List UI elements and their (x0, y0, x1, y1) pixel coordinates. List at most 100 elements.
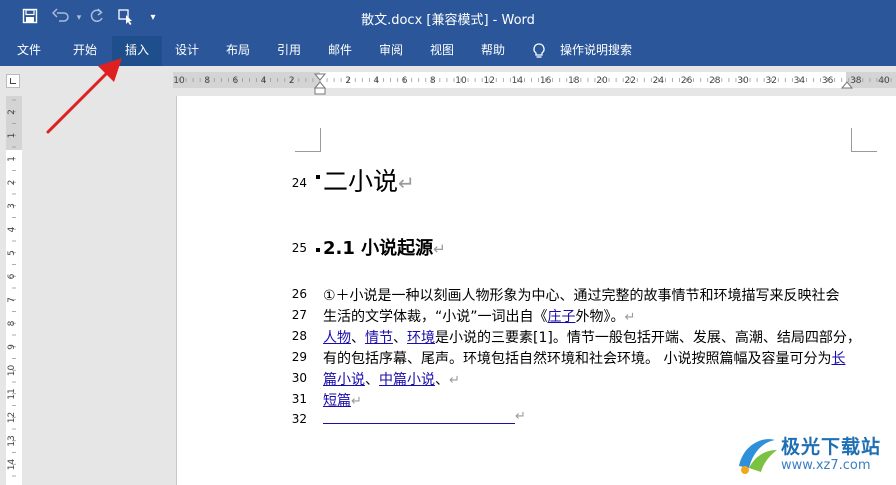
body-line[interactable]: 人物、情节、环境是小说的三要素[1]。情节一般包括开端、发展、高潮、结局四部分， (323, 327, 861, 347)
heading-marker (316, 175, 320, 179)
watermark-brand: 极光下载站 (781, 436, 882, 458)
ruler-label: 30 (737, 76, 749, 86)
ruler-label: 4 (261, 76, 267, 86)
ribbon-tab-bar: 文件 开始 插入 设计 布局 引用 邮件 审阅 视图 帮助 操作说明搜索 (0, 36, 896, 66)
ruler-label: 6 (233, 76, 239, 86)
line-number: 27 (291, 308, 307, 322)
tab-design[interactable]: 设计 (163, 36, 211, 66)
line-number: 32 (291, 412, 307, 426)
ruler-label: 14 (512, 76, 524, 86)
tab-references[interactable]: 引用 (265, 36, 313, 66)
footnote-separator (323, 408, 515, 424)
hyperlink[interactable]: 篇小说 (323, 372, 365, 388)
tab-layout[interactable]: 布局 (214, 36, 262, 66)
ruler-label: 7 (7, 297, 17, 303)
lightbulb-icon (533, 43, 545, 58)
title-bar: ▾ ▾ 散文.docx [兼容模式] - Word (0, 0, 896, 36)
ruler-label: 9 (7, 344, 17, 350)
line-number: 31 (291, 392, 307, 406)
watermark-url: www.xz7.com (781, 458, 871, 473)
ruler-label: 12 (483, 76, 494, 86)
ruler-label: 28 (709, 76, 721, 86)
ruler-label: 8 (430, 76, 436, 86)
ruler-label: 4 (374, 76, 380, 86)
body-line[interactable]: 短篇↵ (323, 390, 362, 410)
body-line[interactable]: 有的包括序幕、尾声。环境包括自然环境和社会环境。 小说按照篇幅及容量可分为长 (323, 348, 845, 368)
ruler-label: 1 (7, 133, 17, 139)
line-number: 29 (291, 350, 307, 364)
ruler-label: 16 (540, 76, 552, 86)
vertical-ruler[interactable]: 211234567891011121314 (0, 96, 28, 485)
hyperlink[interactable]: 庄子 (548, 309, 576, 325)
ruler-label: 22 (624, 76, 635, 86)
tab-selector[interactable] (0, 66, 28, 96)
tab-mailings[interactable]: 邮件 (316, 36, 364, 66)
ruler-label: 3 (7, 203, 17, 209)
hyperlink[interactable]: 长 (831, 351, 845, 367)
body-line[interactable]: ↵ (323, 408, 526, 424)
body-line[interactable]: ①＋小说是一种以刻画人物形象为中心、通过完整的故事情节和环境描写来反映社会 (323, 285, 840, 305)
ruler-label: 40 (878, 76, 890, 86)
hyperlink[interactable]: 短篇 (323, 393, 351, 409)
tab-review[interactable]: 审阅 (367, 36, 415, 66)
watermark: 极光下载站 www.xz7.com (733, 428, 893, 482)
watermark-logo-icon (739, 439, 777, 474)
annotation-arrow (46, 58, 122, 134)
line-number: 26 (291, 287, 307, 301)
horizontal-ruler[interactable]: 10 8 6 4 2 2 4 6 8 10 12 14 16 18 20 22 24 26 28 30 32 34 36 38… (0, 66, 896, 96)
ruler-label: 36 (822, 76, 834, 86)
ruler-label: 8 (204, 76, 210, 86)
left-indent-marker[interactable] (314, 87, 326, 95)
paragraph-mark: ↵ (433, 240, 446, 258)
ruler-label: 8 (7, 320, 17, 326)
ruler-label: 10 (7, 365, 17, 377)
hyperlink[interactable]: 情节 (365, 330, 393, 346)
ruler-label: 1 (7, 156, 17, 162)
body-line[interactable]: 生活的文学体裁，“小说”一词出自《庄子外物》。↵ (323, 306, 635, 326)
ruler-label: 20 (596, 76, 608, 86)
paragraph-mark: ↵ (351, 394, 362, 409)
ruler-label: 26 (681, 76, 693, 86)
tab-view[interactable]: 视图 (418, 36, 466, 66)
hyperlink[interactable]: 中篇小说 (379, 372, 435, 388)
line-number: 25 (291, 241, 307, 255)
ruler-label: 13 (7, 435, 17, 446)
ruler-label: 5 (7, 250, 17, 256)
window-title: 散文.docx [兼容模式] - Word (361, 13, 535, 28)
ruler-label: 2 (7, 180, 17, 186)
ruler-label: 6 (402, 76, 408, 86)
word-window: ▾ ▾ 散文.docx [兼容模式] - Word 文件 开始 插入 设计 布局… (0, 0, 896, 485)
ruler-label: 11 (7, 388, 17, 399)
ruler-label: 10 (455, 76, 467, 86)
paragraph-mark: ↵ (624, 310, 636, 325)
hyperlink[interactable]: 人物 (323, 330, 351, 346)
heading-marker (316, 248, 320, 252)
ruler-label: 2 (345, 76, 351, 86)
crop-mark-top-left (295, 128, 321, 152)
hyperlink[interactable]: 环境 (407, 330, 435, 346)
tell-me-label: 操作说明搜索 (560, 43, 633, 57)
ruler-label: 18 (568, 76, 580, 86)
ruler-label: 14 (7, 459, 17, 471)
tab-help[interactable]: 帮助 (469, 36, 517, 66)
ruler-label: 32 (765, 76, 776, 86)
paragraph-mark: ↵ (398, 171, 415, 195)
paragraph-mark: ↵ (515, 409, 526, 424)
document-page[interactable]: 24 二小说↵ 25 2.1 小说起源↵ 26 ①＋小说是一种以刻画人物形象为中… (176, 96, 896, 485)
ruler-label: 6 (7, 273, 17, 279)
ruler-label: 2 (289, 76, 295, 86)
ruler-label: 34 (794, 76, 806, 86)
line-number: 24 (291, 176, 307, 190)
heading-1[interactable]: 二小说↵ (323, 162, 415, 198)
line-number: 30 (291, 371, 307, 385)
tab-stop-icon (6, 74, 20, 88)
ruler-label: 24 (653, 76, 665, 86)
heading-2[interactable]: 2.1 小说起源↵ (323, 234, 446, 260)
ruler-label: 2 (7, 109, 17, 115)
ruler-label: 4 (7, 226, 17, 232)
ruler-label: 38 (850, 76, 862, 86)
line-number: 28 (291, 329, 307, 343)
body-line[interactable]: 篇小说、中篇小说、↵ (323, 369, 460, 389)
crop-mark-top-right (851, 128, 877, 152)
paragraph-mark: ↵ (449, 373, 460, 388)
